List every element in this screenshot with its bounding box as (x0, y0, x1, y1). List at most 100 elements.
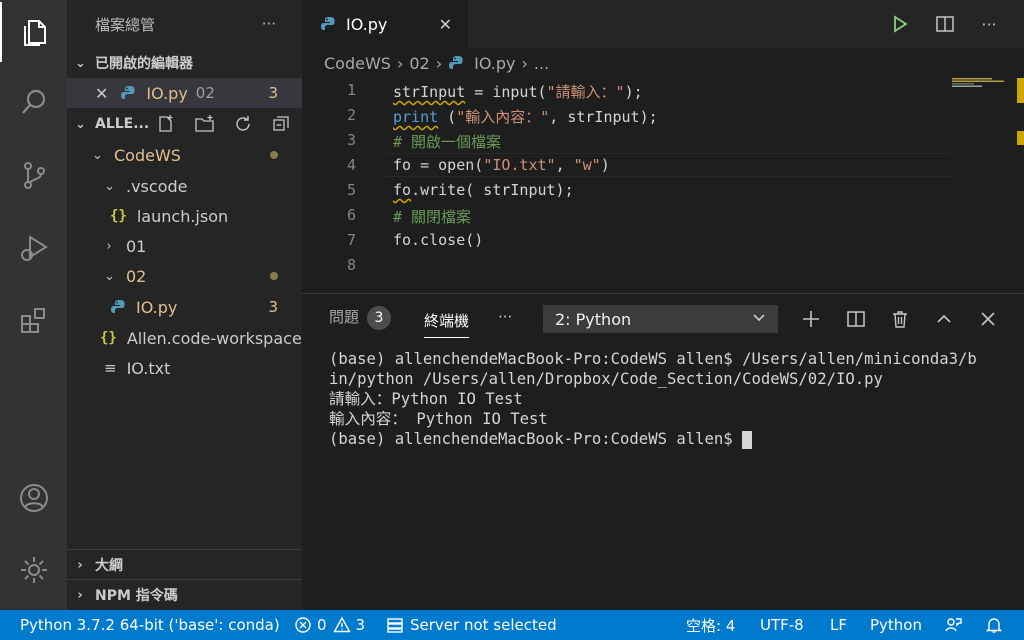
activity-bar (0, 0, 67, 610)
open-editor-item-io-py[interactable]: ✕ IO.py 02 3 (67, 78, 302, 108)
code-token: ) (600, 156, 610, 174)
terminal-select-value: 2: Python (555, 309, 632, 329)
tab-terminal[interactable]: 終端機 (424, 310, 470, 338)
close-panel-icon[interactable] (977, 308, 999, 330)
code-token: strInput (393, 83, 466, 101)
panel-more-button[interactable]: ··· (498, 308, 512, 326)
outline-section[interactable]: › 大綱 (67, 550, 302, 580)
server-status[interactable]: Server not selected (386, 610, 557, 640)
npm-scripts-section[interactable]: › NPM 指令碼 (67, 580, 302, 610)
explorer-icon[interactable] (0, 2, 67, 62)
tree-file-label: IO.py (136, 297, 178, 317)
problems-status[interactable]: 0 3 (294, 610, 365, 640)
open-editor-folder: 02 (195, 84, 215, 102)
outline-label: 大綱 (95, 558, 123, 574)
problem-count-badge: 3 (268, 298, 278, 316)
notifications-bell-icon[interactable] (985, 610, 1003, 640)
problem-count-badge: 3 (268, 84, 278, 102)
explorer-header: 檔案總管 ··· (67, 0, 302, 48)
terminal-line: 請輸入：Python IO Test (329, 390, 523, 408)
source-control-icon[interactable] (0, 145, 67, 205)
open-editor-filename: IO.py (146, 83, 188, 103)
code-line: # 開啟一個檔案 (393, 133, 502, 151)
tree-folder-label: CodeWS (114, 145, 181, 165)
extensions-icon[interactable] (0, 290, 67, 350)
search-icon[interactable] (0, 72, 67, 132)
explorer-sidebar: 檔案總管 ··· ⌄ 已開啟的編輯器 ✕ IO.py 02 3 ⌄ ALLE..… (67, 0, 302, 610)
status-bar: Python 3.7.2 64-bit ('base': conda) 0 3 … (0, 610, 1024, 640)
more-actions-icon[interactable]: ··· (977, 12, 1001, 36)
tree-file-io-txt[interactable]: ≡ IO.txt (67, 353, 302, 383)
close-icon[interactable]: ✕ (439, 15, 452, 34)
problems-count-badge: 3 (367, 306, 392, 330)
run-debug-icon[interactable] (0, 218, 67, 278)
new-folder-icon[interactable] (194, 114, 216, 134)
terminal-output[interactable]: (base) allenchendeMacBook-Pro:CodeWS all… (329, 349, 977, 449)
chevron-down-icon: ⌄ (92, 147, 103, 163)
chevron-down-icon: ⌄ (104, 178, 115, 194)
breadcrumb-item[interactable]: ... (534, 54, 549, 73)
code-token: fo (393, 181, 412, 199)
refresh-icon[interactable] (233, 114, 253, 134)
add-terminal-icon[interactable] (800, 308, 822, 330)
collapse-all-icon[interactable] (271, 114, 291, 134)
tree-folder-01[interactable]: › 01 (67, 231, 302, 261)
chevron-right-icon: › (521, 53, 528, 73)
tree-file-launch-json[interactable]: {} launch.json (67, 201, 302, 231)
code-editor[interactable]: 1 2 3 4 5 6 7 8 strInput = input("請輸入：")… (302, 78, 1024, 293)
new-file-icon[interactable] (156, 114, 176, 134)
terminal-prompt-line: (base) allenchendeMacBook-Pro:CodeWS all… (329, 429, 977, 449)
run-file-icon[interactable] (888, 12, 912, 36)
python-file-icon (121, 86, 135, 99)
workspace-section[interactable]: ⌄ ALLE... (67, 109, 302, 139)
modified-dot-icon (270, 272, 278, 280)
code-token: "請輸入：" (546, 83, 625, 101)
tree-folder-codews[interactable]: ⌄ CodeWS (67, 140, 302, 170)
code-token: = input( (465, 83, 547, 101)
explorer-more-button[interactable]: ··· (262, 15, 276, 33)
tree-file-workspace[interactable]: {} Allen.code-workspace (67, 323, 302, 353)
server-status-label: Server not selected (410, 616, 557, 634)
breadcrumb-item[interactable]: 02 (409, 54, 429, 73)
breadcrumb-item[interactable]: IO.py (474, 54, 515, 73)
breadcrumb: CodeWS › 02 › IO.py › ... (302, 48, 1024, 78)
open-editors-section[interactable]: ⌄ 已開啟的編輯器 (67, 48, 302, 78)
open-editors-label: 已開啟的編輯器 (95, 56, 193, 72)
account-icon[interactable] (0, 468, 67, 528)
code-token: "IO.txt" (483, 156, 556, 174)
line-number: 6 (346, 206, 356, 224)
encoding-status[interactable]: UTF-8 (760, 610, 804, 640)
tree-file-io-py[interactable]: IO.py 3 (67, 292, 302, 322)
chevron-down-icon (753, 314, 765, 322)
language-mode-status[interactable]: Python (870, 610, 922, 640)
settings-gear-icon[interactable] (0, 540, 67, 600)
terminal-line: (base) allenchendeMacBook-Pro:CodeWS all… (329, 430, 743, 448)
indentation-status[interactable]: 空格: 4 (686, 610, 735, 640)
split-editor-icon[interactable] (933, 12, 957, 36)
json-file-icon: {} (100, 330, 117, 346)
feedback-icon[interactable] (943, 610, 963, 640)
tab-problems[interactable]: 問題 3 (329, 306, 392, 330)
eol-status[interactable]: LF (830, 610, 847, 640)
code-token: .write( strInput); (411, 181, 574, 199)
close-icon[interactable]: ✕ (95, 84, 108, 103)
terminal-select[interactable]: 2: Python (543, 305, 778, 333)
chevron-up-icon[interactable] (933, 308, 955, 330)
code-token: , (555, 156, 574, 174)
breadcrumb-item[interactable]: CodeWS (324, 54, 391, 73)
python-interpreter-status[interactable]: Python 3.7.2 64-bit ('base': conda) (20, 610, 280, 640)
python-file-icon (111, 300, 125, 313)
bottom-panel: 問題 3 終端機 ··· 2: Python (base) allenchende… (302, 293, 1024, 610)
tab-io-py[interactable]: IO.py ✕ (302, 0, 468, 48)
tree-folder-02[interactable]: ⌄ 02 (67, 261, 302, 291)
trash-icon[interactable] (889, 308, 911, 330)
split-terminal-icon[interactable] (845, 308, 867, 330)
json-file-icon: {} (110, 208, 127, 224)
code-token: print (393, 108, 439, 126)
minimap[interactable] (950, 78, 1006, 98)
tree-folder-vscode[interactable]: ⌄ .vscode (67, 171, 302, 201)
chevron-right-icon: › (435, 53, 443, 73)
code-token: fo = open( (393, 156, 484, 174)
modified-dot-icon (270, 151, 278, 159)
explorer-title: 檔案總管 (95, 15, 156, 34)
